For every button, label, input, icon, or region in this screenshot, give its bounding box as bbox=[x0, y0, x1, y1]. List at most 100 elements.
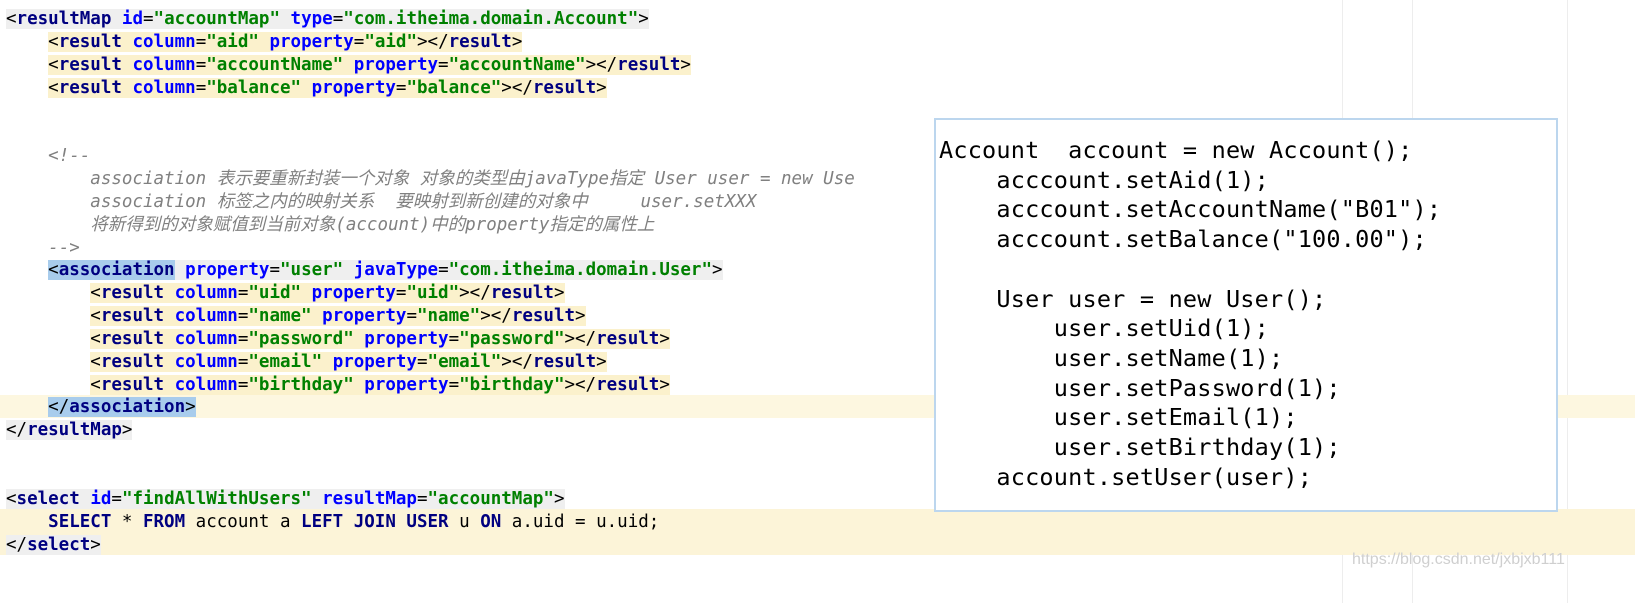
code-token: </ bbox=[48, 397, 70, 418]
code-line[interactable]: --> bbox=[6, 237, 80, 260]
code-line[interactable]: </select> bbox=[6, 534, 101, 557]
code-token: "password" bbox=[248, 328, 354, 349]
code-token: "com.itheima.domain.Account" bbox=[343, 9, 639, 29]
java-code-line: acccount.setAccountName("B01"); bbox=[939, 195, 1442, 224]
code-token: > bbox=[553, 283, 565, 304]
code-token: "accountName" bbox=[206, 54, 344, 75]
code-token: "balance" bbox=[406, 77, 502, 98]
code-token: = bbox=[406, 306, 417, 327]
code-token: association 表示要重新封装一个对象 对象的类型由javaType指定… bbox=[90, 168, 855, 189]
code-token: 将新得到的对象赋值到当前对象(account)中的property指定的属性上 bbox=[90, 214, 655, 235]
code-token: ON bbox=[480, 511, 502, 532]
code-token: < bbox=[6, 488, 17, 509]
code-token: = bbox=[332, 9, 344, 29]
code-line[interactable]: association 标签之内的映射关系 要映射到新创建的对象中 user.s… bbox=[6, 191, 756, 214]
code-line[interactable]: <result column="password" property="pass… bbox=[6, 328, 670, 351]
code-token bbox=[343, 260, 354, 281]
code-token: property bbox=[364, 374, 449, 395]
code-line[interactable]: <result column="accountName" property="a… bbox=[6, 54, 691, 77]
code-token: = bbox=[448, 328, 460, 349]
code-token bbox=[174, 260, 186, 281]
code-token: property bbox=[311, 283, 396, 304]
code-token: result bbox=[448, 31, 512, 52]
code-token: > bbox=[575, 306, 586, 327]
code-token: = bbox=[416, 488, 428, 509]
watermark: https://blog.csdn.net/jxbjxb111 bbox=[1352, 551, 1565, 568]
code-token: ></ bbox=[585, 54, 618, 75]
java-code-line: acccount.setBalance("100.00"); bbox=[939, 225, 1427, 254]
code-line[interactable]: 将新得到的对象赋值到当前对象(account)中的property指定的属性上 bbox=[6, 214, 654, 237]
code-line[interactable]: <result column="birthday" property="birt… bbox=[6, 374, 670, 397]
code-token: "findAllWithUsers" bbox=[121, 488, 312, 509]
code-line[interactable]: association 表示要重新封装一个对象 对象的类型由javaType指定… bbox=[6, 168, 855, 191]
code-token: column bbox=[174, 328, 238, 349]
code-line[interactable]: SELECT * FROM account a LEFT JOIN USER u… bbox=[6, 511, 659, 534]
code-token: = bbox=[237, 283, 249, 304]
code-line[interactable]: </resultMap> bbox=[6, 419, 133, 442]
code-token: = bbox=[395, 283, 407, 304]
code-token: * bbox=[111, 511, 143, 532]
code-line[interactable]: <resultMap id="accountMap" type="com.ith… bbox=[6, 8, 649, 31]
code-token: = bbox=[237, 328, 249, 349]
code-token: > bbox=[553, 488, 565, 509]
code-token bbox=[353, 328, 365, 349]
code-token: < bbox=[48, 31, 59, 52]
java-code-line: Account account = new Account(); bbox=[939, 136, 1413, 164]
code-token: > bbox=[185, 397, 196, 418]
code-token: > bbox=[659, 374, 670, 395]
code-token: = bbox=[269, 260, 280, 281]
code-line[interactable]: <result column="uid" property="uid"></re… bbox=[6, 282, 565, 305]
code-token: column bbox=[174, 306, 238, 327]
code-line[interactable]: <result column="name" property="name"></… bbox=[6, 305, 586, 328]
code-token: > bbox=[638, 9, 649, 29]
code-token: resultMap bbox=[322, 488, 417, 509]
java-code-line: account.setUser(user); bbox=[939, 462, 1313, 491]
java-code-line: acccount.setAid(1); bbox=[939, 165, 1270, 194]
code-token: = bbox=[438, 54, 449, 75]
code-token: "name" bbox=[248, 306, 312, 327]
code-token: "email" bbox=[248, 351, 323, 372]
code-token: = bbox=[395, 77, 407, 98]
code-token: LEFT JOIN bbox=[301, 511, 396, 532]
code-token bbox=[164, 283, 175, 304]
code-token: "password" bbox=[459, 328, 565, 349]
code-token: < bbox=[48, 260, 59, 281]
code-token bbox=[164, 374, 175, 395]
code-line[interactable]: <association property="user" javaType="c… bbox=[6, 259, 723, 282]
java-code-line: user.setUid(1); bbox=[939, 314, 1270, 343]
code-line[interactable]: </association> bbox=[6, 396, 196, 419]
code-token: = bbox=[195, 77, 207, 98]
java-code-line: user.setBirthday(1); bbox=[939, 433, 1341, 461]
code-line[interactable]: <result column="email" property="email">… bbox=[6, 351, 607, 374]
code-token: < bbox=[90, 351, 101, 372]
code-token: column bbox=[132, 54, 196, 75]
code-token bbox=[121, 31, 133, 52]
code-token bbox=[121, 54, 133, 75]
code-token: "aid" bbox=[364, 31, 417, 52]
code-token: result bbox=[100, 283, 165, 304]
java-code-line: User user = new User(); bbox=[939, 284, 1327, 313]
code-token: FROM bbox=[142, 511, 186, 532]
code-line[interactable]: <select id="findAllWithUsers" resultMap=… bbox=[6, 488, 565, 511]
java-code-line: user.setName(1); bbox=[939, 343, 1284, 372]
code-token: > bbox=[659, 328, 670, 349]
code-token: = bbox=[195, 31, 207, 52]
code-token: </ bbox=[6, 534, 28, 555]
code-token: "aid" bbox=[206, 31, 259, 52]
code-token bbox=[164, 306, 175, 327]
code-line[interactable]: <!-- bbox=[6, 145, 90, 168]
code-line[interactable]: <result column="aid" property="aid"></re… bbox=[6, 31, 523, 54]
code-line[interactable]: <result column="balance" property="balan… bbox=[6, 77, 607, 100]
code-token: property bbox=[332, 351, 417, 372]
code-token: SELECT bbox=[48, 511, 112, 532]
code-token: column bbox=[132, 31, 196, 52]
code-token: > bbox=[596, 77, 607, 98]
code-token: = bbox=[237, 374, 249, 395]
